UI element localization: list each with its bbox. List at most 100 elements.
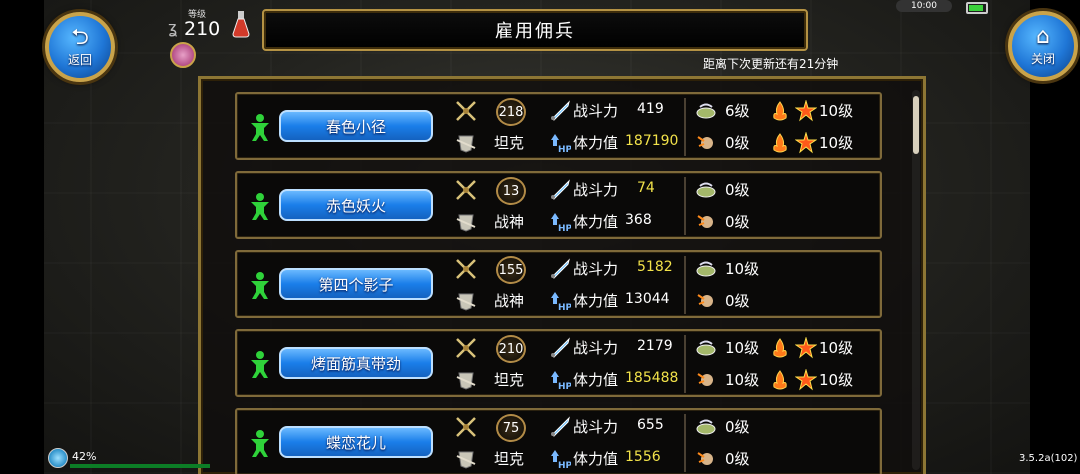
mercenary-name-button[interactable]: 蝶恋花儿 [279, 426, 433, 458]
svg-text:HP: HP [558, 461, 571, 470]
back-button[interactable]: ⮌ 返回 [45, 12, 115, 82]
svg-text:HP: HP [558, 382, 571, 391]
mercenary-role: 战神 [494, 292, 525, 310]
skill-level: 10级 [725, 371, 760, 389]
bowl-skill-icon [695, 416, 717, 438]
hp-icon: HP [549, 211, 573, 234]
fist-skill-icon [695, 211, 717, 233]
hp-icon: HP [549, 132, 573, 155]
armor-icon [455, 290, 477, 312]
power-value: 419 [637, 101, 664, 117]
power-label: 战斗力 [573, 102, 619, 120]
svg-text:HP: HP [558, 303, 571, 312]
svg-text:HP: HP [558, 224, 571, 233]
row-divider [684, 98, 686, 156]
fist-skill-icon [695, 290, 717, 312]
mercenary-figure-icon [249, 350, 271, 378]
hp-icon: HP [549, 448, 573, 471]
crossed-swords-icon [455, 179, 477, 201]
extra-skill-level: 10级 [819, 339, 854, 357]
mercenary-figure-icon [249, 113, 271, 141]
bowl-skill-icon [695, 258, 717, 280]
back-arrow-icon: ⮌ [71, 24, 89, 50]
extra-skill-level: 10级 [819, 134, 854, 152]
mercenary-row[interactable]: 赤色妖火 13 战神 战斗力 74 HP 体力值 368 0级 0级 [235, 171, 882, 239]
combat-sword-icon [549, 179, 571, 201]
battery-percent: 42% [72, 450, 97, 463]
row-divider [684, 335, 686, 393]
mercenary-level: 218 [496, 98, 526, 126]
hp-value: 187190 [625, 133, 679, 149]
armor-icon [455, 211, 477, 233]
armor-icon [455, 369, 477, 391]
row-divider [684, 414, 686, 472]
version-label: 3.5.2a(102) [1019, 453, 1078, 464]
burst-star-icon [794, 336, 818, 359]
mercenary-role: 坦克 [494, 450, 525, 468]
fist-skill-icon [695, 132, 717, 154]
hp-label: 体力值 [573, 134, 619, 152]
hp-icon: HP [549, 290, 573, 313]
mercenary-figure-icon [249, 271, 271, 299]
crossed-swords-icon [455, 100, 477, 122]
flame-skill-icon [769, 100, 791, 122]
mercenary-figure-icon [249, 429, 271, 457]
refresh-timer: 距离下次更新还有21分钟 [703, 57, 839, 71]
skill-level: 0级 [725, 450, 750, 468]
fire-skill-icon [769, 369, 791, 391]
mercenary-name-button[interactable]: 春色小径 [279, 110, 433, 142]
bowl-skill-icon [695, 179, 717, 201]
potion-flask-icon[interactable] [232, 10, 250, 38]
mercenary-figure-icon [249, 192, 271, 220]
mercenary-name-button[interactable]: 第四个影子 [279, 268, 433, 300]
hp-label: 体力值 [573, 450, 619, 468]
fist-skill-icon [695, 448, 717, 470]
power-value: 655 [637, 417, 664, 433]
armor-icon [455, 132, 477, 154]
mercenary-level: 75 [496, 414, 526, 442]
back-label: 返回 [67, 52, 92, 67]
mercenary-row[interactable]: 烤面筋真带劲 210 坦克 战斗力 2179 HP 体力值 185488 10级 10级 10级 10… [235, 329, 882, 397]
left-letterbox [0, 0, 44, 474]
mercenary-row[interactable]: 蝶恋花儿 75 坦克 战斗力 655 HP 体力值 1556 0级 0级 [235, 408, 882, 474]
swirl-icon: ʓ [168, 18, 178, 37]
power-label: 战斗力 [573, 181, 619, 199]
power-value: 2179 [637, 338, 673, 354]
hp-label: 体力值 [573, 213, 619, 231]
page-title: 雇用佣兵 [495, 21, 575, 42]
power-label: 战斗力 [573, 260, 619, 278]
burst-star-icon [794, 99, 818, 122]
mercenary-row[interactable]: 第四个影子 155 战神 战斗力 5182 HP 体力值 13044 10级 0级 [235, 250, 882, 318]
mercenary-name-button[interactable]: 赤色妖火 [279, 189, 433, 221]
mercenary-level: 155 [496, 256, 526, 284]
mercenary-role: 战神 [494, 213, 525, 231]
row-divider [684, 177, 686, 235]
gift-icon[interactable] [170, 42, 196, 68]
bowl-skill-icon [695, 337, 717, 359]
hp-value: 13044 [625, 291, 670, 307]
fire-skill-icon [769, 132, 791, 154]
power-label: 战斗力 [573, 339, 619, 357]
mercenary-role: 坦克 [494, 371, 525, 389]
crossed-swords-icon [455, 258, 477, 280]
bowl-skill-icon [695, 100, 717, 122]
scrollbar-thumb[interactable] [913, 96, 919, 154]
combat-sword-icon [549, 337, 571, 359]
combat-sword-icon [549, 100, 571, 122]
skill-level: 10级 [725, 260, 760, 278]
svg-text:HP: HP [558, 145, 571, 154]
close-button[interactable]: ⌂ 关闭 [1008, 11, 1078, 81]
row-divider [684, 256, 686, 314]
burst-star-icon [794, 368, 818, 391]
skill-level: 6级 [725, 102, 750, 120]
fist-skill-icon [695, 369, 717, 391]
hp-value: 1556 [625, 449, 661, 465]
mercenary-name-button[interactable]: 烤面筋真带劲 [279, 347, 433, 379]
hp-label: 体力值 [573, 371, 619, 389]
skill-level: 0级 [725, 418, 750, 436]
mercenary-role: 坦克 [494, 134, 525, 152]
hp-label: 体力值 [573, 292, 619, 310]
skill-level: 0级 [725, 213, 750, 231]
burst-star-icon [794, 131, 818, 154]
mercenary-row[interactable]: 春色小径 218 坦克 战斗力 419 HP 体力值 187190 6级 0级 10级 10级 [235, 92, 882, 160]
